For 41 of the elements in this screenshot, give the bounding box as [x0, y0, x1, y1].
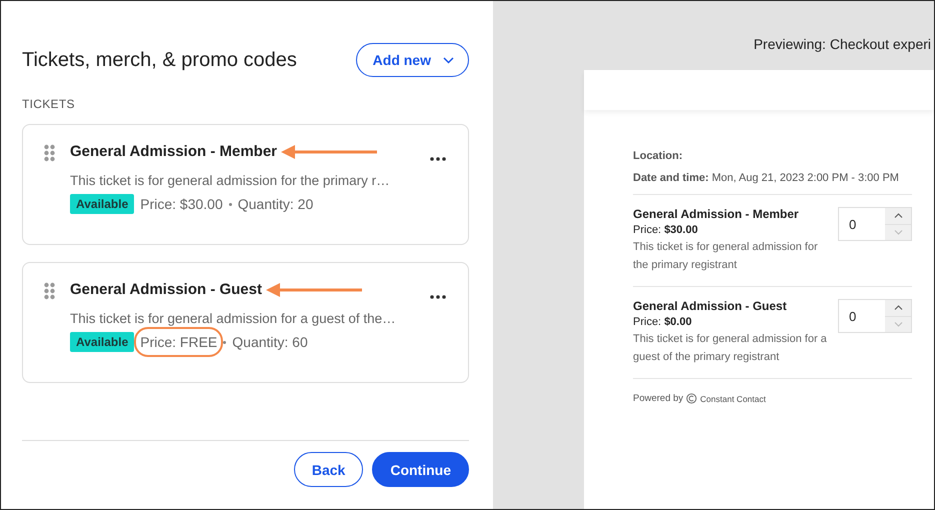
ticket-description: This ticket is for general admission for the primary r… — [70, 173, 391, 188]
panel-title: Tickets, merch, & promo codes — [22, 48, 297, 72]
drag-handle-icon[interactable] — [44, 282, 55, 300]
ticket-name: General Admission - Guest — [633, 299, 788, 313]
ticket-name: General Admission - Member — [70, 143, 277, 160]
add-new-button[interactable]: Add new — [356, 43, 469, 77]
status-badge: Available — [70, 194, 134, 214]
more-options-icon[interactable] — [430, 295, 446, 299]
brand-logo-icon — [686, 393, 698, 404]
ticket-name: General Admission - Guest — [70, 281, 262, 298]
more-options-icon[interactable] — [430, 157, 446, 161]
brand-name: Constant Contact — [700, 394, 766, 404]
quantity-stepper[interactable]: 0 — [838, 207, 912, 241]
drag-handle-icon[interactable] — [44, 144, 55, 162]
continue-button[interactable]: Continue — [372, 452, 469, 487]
separator-dot — [223, 340, 226, 344]
caret-up-icon — [894, 213, 902, 218]
caret-down-icon — [894, 230, 902, 235]
preview-heading: Previewing: Checkout experi — [754, 36, 931, 52]
status-badge: Available — [70, 332, 134, 352]
date-label: Date and time: — [633, 172, 709, 184]
ticket-price: Price: $30.00 — [140, 196, 223, 212]
date-value: Mon, Aug 21, 2023 2:00 PM - 3:00 PM — [712, 172, 899, 184]
caret-down-icon — [894, 322, 902, 327]
chevron-down-icon — [443, 56, 454, 64]
powered-by-text: Powered by — [633, 393, 684, 404]
caret-up-icon — [894, 305, 902, 310]
ticket-price: Price: FREE — [140, 334, 218, 350]
quantity-stepper[interactable]: 0 — [838, 299, 912, 333]
location-label: Location: — [633, 150, 684, 162]
ticket-quantity: Quantity: 60 — [232, 334, 308, 350]
ticket-description: This ticket is for general admission for a guest of the primary registrant — [633, 332, 828, 365]
ticket-price: Price: $0.00 — [633, 316, 693, 328]
section-label: TICKETS — [22, 97, 76, 111]
separator-dot — [228, 202, 232, 206]
ticket-quantity: Quantity: 20 — [238, 196, 314, 212]
ticket-description: This ticket is for general admission for a guest of the… — [70, 311, 397, 326]
ticket-price: Price: $30.00 — [633, 224, 699, 236]
back-button[interactable]: Back — [294, 452, 364, 487]
ticket-description: This ticket is for general admission for the primary registrant — [633, 240, 819, 273]
ticket-name: General Admission - Member — [633, 207, 800, 221]
